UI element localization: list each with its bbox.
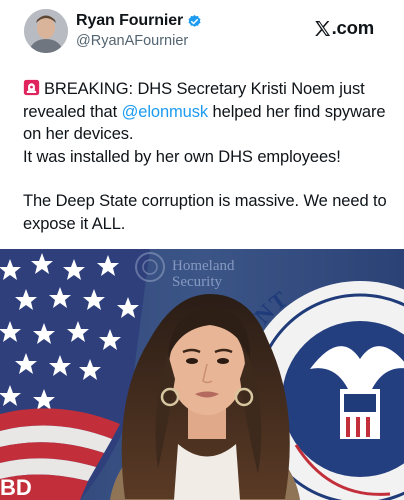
post-card: Ryan Fournier @RyanAFournier .com BREAKI… xyxy=(0,0,404,500)
x-logo-icon xyxy=(314,20,330,36)
backdrop-security-text: Security xyxy=(172,274,222,290)
author-avatar[interactable] xyxy=(24,9,68,53)
post-paragraph-2: It was installed by her own DHS employee… xyxy=(23,147,341,166)
mention-link[interactable]: @elonmusk xyxy=(122,103,209,121)
watermark-text: BD xyxy=(0,475,32,500)
post-header: Ryan Fournier @RyanAFournier .com xyxy=(0,0,404,66)
author-handle[interactable]: @RyanAFournier xyxy=(76,33,188,49)
post-paragraph-1: BREAKING: DHS Secretary Kristi Noem just… xyxy=(23,78,395,146)
backdrop-homeland-text: Homeland xyxy=(172,258,235,274)
rotating-light-icon xyxy=(23,79,40,96)
video-still: Homeland Security DEPARTMENT xyxy=(0,249,404,500)
post-paragraph-3: The Deep State corruption is massive. We… xyxy=(23,192,387,233)
verified-badge-icon xyxy=(188,14,201,27)
x-com-brand: .com xyxy=(313,17,374,39)
brand-text: .com xyxy=(331,17,375,38)
author-name-row: Ryan Fournier xyxy=(76,12,202,30)
post-body: BREAKING: DHS Secretary Kristi Noem just… xyxy=(23,78,395,235)
avatar-photo-icon xyxy=(24,9,68,53)
embedded-video-frame[interactable]: Homeland Security DEPARTMENT xyxy=(0,249,404,500)
author-display-name[interactable]: Ryan Fournier xyxy=(76,12,183,30)
